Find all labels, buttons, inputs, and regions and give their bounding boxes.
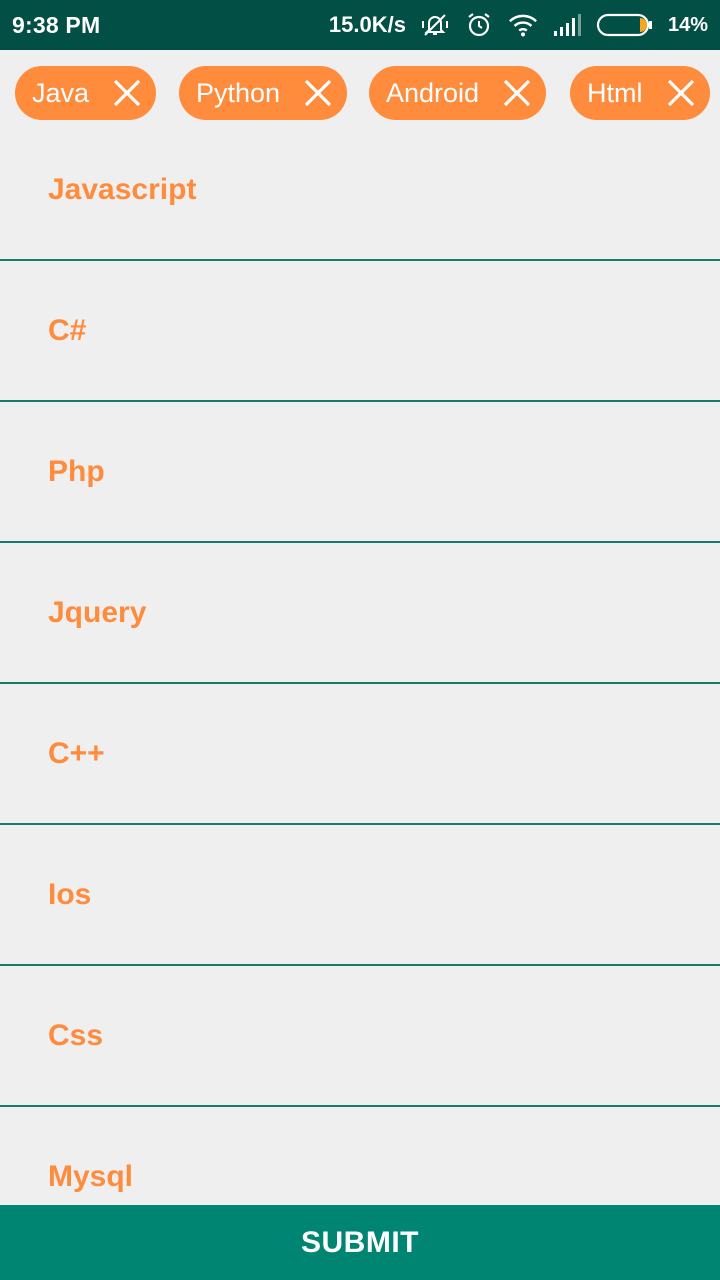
signal-icon [552, 10, 582, 40]
list-item[interactable]: Php [0, 402, 720, 543]
list-item[interactable]: Ios [0, 825, 720, 966]
chip-python[interactable]: Python [179, 66, 348, 120]
status-bar: 9:38 PM 15.0K/s 14% [0, 0, 720, 50]
chip-label: Java [32, 77, 90, 108]
chip-android[interactable]: Android [369, 66, 547, 120]
list-item-label: Javascript [48, 172, 197, 206]
list-item[interactable]: Jquery [0, 543, 720, 684]
chip-java[interactable]: Java [15, 66, 157, 120]
chip-html[interactable]: Html [570, 66, 710, 120]
alarm-icon [464, 10, 494, 40]
close-icon[interactable] [665, 77, 697, 109]
chip-label: Android [386, 77, 480, 108]
list-item[interactable]: Javascript [0, 120, 720, 261]
list-item[interactable]: C++ [0, 684, 720, 825]
close-icon[interactable] [501, 77, 533, 109]
network-speed: 15.0K/s [328, 12, 406, 37]
battery-percent: 14% [667, 13, 708, 36]
chip-label: Html [587, 77, 643, 108]
close-icon[interactable] [111, 77, 143, 109]
list-item-label: Jquery [48, 595, 147, 629]
status-time: 9:38 PM [12, 11, 101, 38]
status-icons: 15.0K/s 14% [329, 10, 708, 40]
list-item[interactable]: Mysql [0, 1107, 720, 1205]
app-screen: 9:38 PM 15.0K/s 14% Java Python Android … [0, 0, 720, 1280]
submit-button[interactable]: SUBMIT [0, 1205, 720, 1280]
wifi-icon [508, 10, 538, 40]
battery-icon [596, 12, 654, 38]
chip-label: Python [196, 77, 281, 108]
list-item-label: C++ [48, 736, 105, 770]
list-item-label: Mysql [48, 1159, 134, 1193]
list-item[interactable]: C# [0, 261, 720, 402]
list-item-label: Ios [48, 877, 92, 911]
options-list: Javascript C# Php Jquery C++ Ios Css Mys… [0, 120, 720, 1205]
list-item[interactable]: Css [0, 966, 720, 1107]
mute-icon [420, 10, 450, 40]
close-icon[interactable] [302, 77, 334, 109]
list-item-label: Css [48, 1018, 104, 1052]
list-item-label: C# [48, 313, 87, 347]
list-item-label: Php [48, 454, 105, 488]
